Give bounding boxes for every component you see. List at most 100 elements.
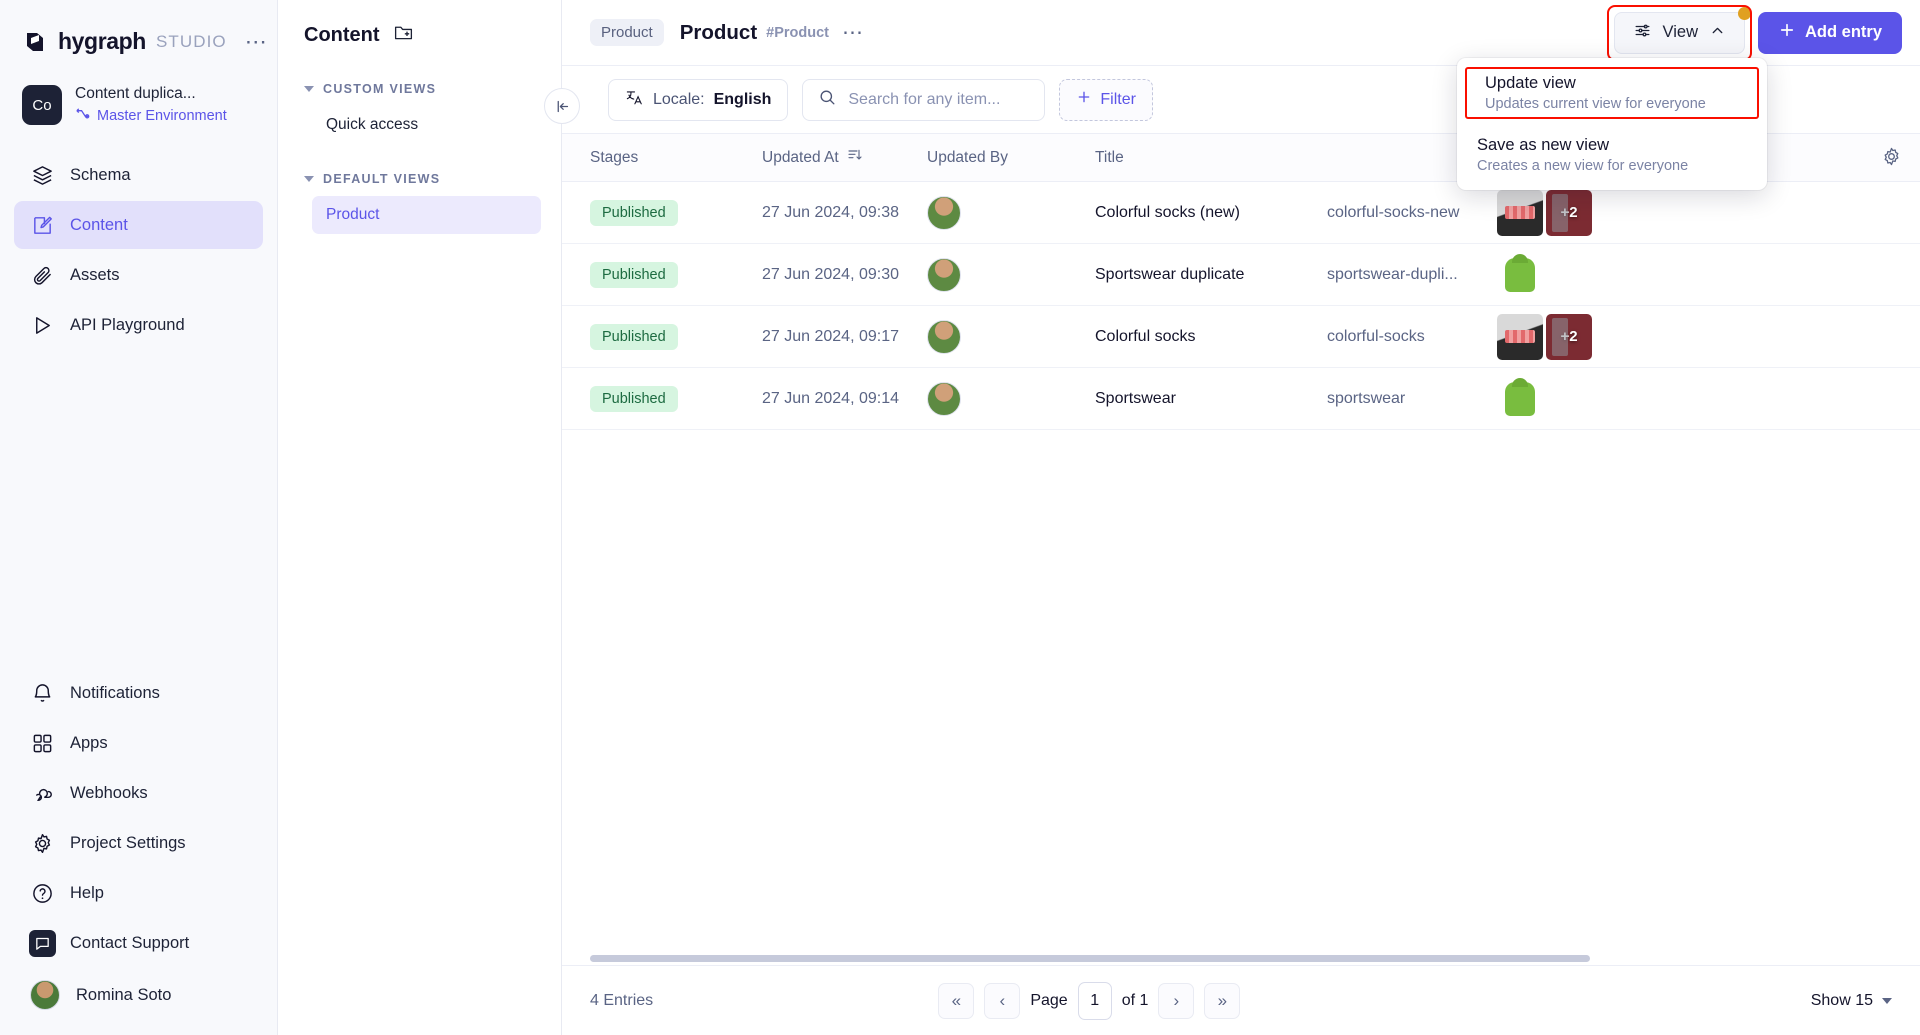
cell-slug: sportswear: [1327, 390, 1497, 408]
page-input[interactable]: [1078, 982, 1112, 1020]
cell-title: Sportswear: [1095, 390, 1327, 408]
cell-updated-at: 27 Jun 2024, 09:38: [762, 204, 927, 222]
view-item-quick-access[interactable]: Quick access: [312, 106, 541, 144]
avatar: [927, 258, 961, 292]
project-switcher[interactable]: Co Content duplica... Master Environment: [0, 55, 277, 125]
cell-updated-at: 27 Jun 2024, 09:17: [762, 328, 927, 346]
sidebar-item-label: Help: [70, 884, 104, 903]
sidebar-item-label: Notifications: [70, 684, 160, 703]
table-row[interactable]: Published 27 Jun 2024, 09:30 Sportswear …: [562, 244, 1920, 306]
table-settings-gear-icon[interactable]: [1881, 146, 1902, 172]
table-row[interactable]: Published 27 Jun 2024, 09:17 Colorful so…: [562, 306, 1920, 368]
page-size-selector[interactable]: Show 15: [1811, 992, 1892, 1010]
custom-views-heading[interactable]: CUSTOM VIEWS: [304, 82, 541, 96]
view-item-label: Quick access: [326, 116, 418, 134]
search-container: [802, 79, 1045, 121]
menu-item-update-view[interactable]: Update view Updates current view for eve…: [1465, 65, 1759, 121]
cell-updated-by: [927, 196, 1095, 230]
view-button-label: View: [1663, 23, 1698, 42]
user-account-row[interactable]: Romina Soto: [14, 969, 263, 1021]
menu-item-save-as-new-view[interactable]: Save as new view Creates a new view for …: [1457, 127, 1767, 183]
chevron-down-icon: [304, 86, 314, 92]
page-size-label: Show 15: [1811, 992, 1873, 1010]
avatar: [927, 382, 961, 416]
sidebar-item-assets[interactable]: Assets: [14, 251, 263, 299]
column-header-updated-at[interactable]: Updated At: [762, 147, 927, 168]
sidebar-item-schema[interactable]: Schema: [14, 151, 263, 199]
sort-desc-icon: [847, 147, 863, 168]
view-item-label: Product: [326, 206, 379, 224]
brand-more-icon[interactable]: ⋯: [245, 35, 267, 48]
cell-stage: Published: [562, 262, 762, 288]
page-title: Content: [304, 24, 380, 47]
thumbnail-group: [1497, 376, 1543, 422]
brand-studio-label: STUDIO: [156, 32, 227, 52]
prev-page-button[interactable]: ‹: [984, 983, 1020, 1019]
locale-label: Locale:: [653, 91, 705, 109]
thumbnail-group: +2: [1497, 190, 1592, 236]
collapse-left-icon[interactable]: [544, 88, 580, 124]
cell-title: Colorful socks: [1095, 328, 1327, 346]
sidebar-item-content[interactable]: Content: [14, 201, 263, 249]
cell-updated-by: [927, 382, 1095, 416]
table-row[interactable]: Published 27 Jun 2024, 09:38 Colorful so…: [562, 182, 1920, 244]
project-avatar: Co: [22, 85, 62, 125]
column-header-stages[interactable]: Stages: [562, 149, 762, 167]
sidebar-item-label: Webhooks: [70, 784, 148, 803]
entries-count: 4 Entries: [590, 992, 653, 1010]
sidebar-item-apps[interactable]: Apps: [14, 719, 263, 767]
cell-slug: sportswear-dupli...: [1327, 266, 1497, 284]
help-circle-icon: [30, 881, 54, 905]
column-header-title[interactable]: Title: [1095, 149, 1327, 167]
pagination: « ‹ Page of 1 › »: [938, 982, 1240, 1020]
project-meta: Content duplica... Master Environment: [75, 85, 227, 125]
avatar: [927, 196, 961, 230]
folder-plus-icon[interactable]: [393, 22, 414, 48]
avatar: [30, 980, 60, 1010]
custom-views-group: CUSTOM VIEWS Quick access: [304, 82, 541, 144]
search-input[interactable]: [848, 91, 1029, 109]
default-views-group: DEFAULT VIEWS Product: [304, 172, 541, 234]
hygraph-logo-icon: [22, 29, 48, 55]
layers-icon: [30, 163, 54, 187]
horizontal-scrollbar-track[interactable]: [562, 951, 1920, 965]
filter-button[interactable]: Filter: [1059, 79, 1153, 121]
sidebar-item-webhooks[interactable]: Webhooks: [14, 769, 263, 817]
sidebar-item-project-settings[interactable]: Project Settings: [14, 819, 263, 867]
menu-item-label: Update view: [1485, 74, 1739, 93]
model-api-id: #Product: [766, 25, 829, 41]
table-row[interactable]: Published 27 Jun 2024, 09:14 Sportswear …: [562, 368, 1920, 430]
cell-updated-at: 27 Jun 2024, 09:14: [762, 390, 927, 408]
main-navigation: Schema Content Assets API Playground: [0, 151, 277, 349]
sidebar-item-label: Content: [70, 216, 128, 235]
brand-name: hygraph: [58, 28, 146, 55]
sidebar-item-contact-support[interactable]: Contact Support: [14, 919, 263, 967]
content-edit-icon: [30, 213, 54, 237]
sidebar-item-api-playground[interactable]: API Playground: [14, 301, 263, 349]
first-page-button[interactable]: «: [938, 983, 974, 1019]
add-entry-button[interactable]: Add entry: [1758, 12, 1902, 54]
table-footer: 4 Entries « ‹ Page of 1 › » Show 15: [562, 965, 1920, 1035]
last-page-button[interactable]: »: [1204, 983, 1240, 1019]
views-panel: Content CUSTOM VIEWS Quick access DEFAUL…: [278, 0, 562, 1035]
view-button[interactable]: View: [1614, 12, 1745, 54]
model-more-icon[interactable]: ⋯: [842, 27, 863, 39]
column-header-updated-by[interactable]: Updated By: [927, 149, 1095, 167]
chevron-down-icon: [1882, 998, 1892, 1004]
filter-label: Filter: [1100, 91, 1136, 109]
next-page-button[interactable]: ›: [1158, 983, 1194, 1019]
locale-selector[interactable]: Locale: English: [608, 79, 788, 121]
cell-stage: Published: [562, 200, 762, 226]
status-badge: Published: [590, 386, 678, 412]
view-item-product[interactable]: Product: [312, 196, 541, 234]
environment-selector[interactable]: Master Environment: [75, 106, 227, 125]
thumbnail: [1497, 314, 1543, 360]
views-panel-header: Content: [304, 22, 541, 48]
primary-sidebar: hygraph STUDIO ⋯ Co Content duplica... M…: [0, 0, 278, 1035]
breadcrumb-model-pill[interactable]: Product: [590, 19, 664, 46]
sidebar-item-notifications[interactable]: Notifications: [14, 669, 263, 717]
horizontal-scrollbar-thumb[interactable]: [590, 955, 1590, 962]
default-views-heading[interactable]: DEFAULT VIEWS: [304, 172, 541, 186]
sidebar-item-help[interactable]: Help: [14, 869, 263, 917]
status-badge: Published: [590, 324, 678, 350]
